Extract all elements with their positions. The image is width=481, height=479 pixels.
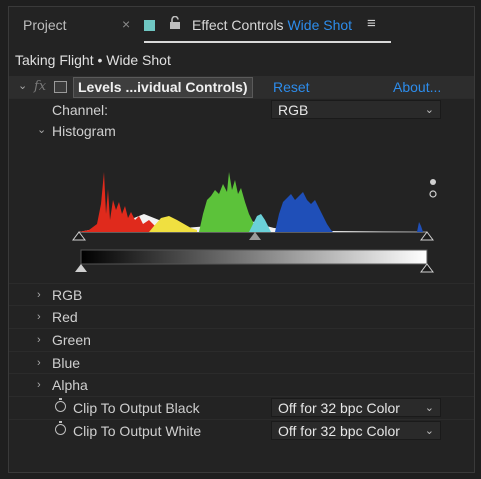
- active-tab-underline: [144, 41, 391, 43]
- blue-label: Blue: [52, 355, 81, 371]
- chevron-right-icon[interactable]: ›: [37, 357, 41, 369]
- chevron-right-icon[interactable]: ›: [37, 379, 41, 391]
- stopwatch-icon[interactable]: [55, 421, 66, 435]
- histogram-graph: [72, 172, 437, 273]
- output-white-slider: [420, 263, 434, 273]
- channel-row: Channel: RGB ⌄: [9, 98, 474, 121]
- histogram-area: [9, 144, 474, 284]
- input-white-slider: [420, 231, 434, 241]
- tab-project[interactable]: Project: [23, 17, 67, 33]
- channel-select[interactable]: RGB ⌄: [271, 100, 441, 119]
- histogram-blue-series-tail: [417, 222, 423, 232]
- chevron-down-icon: ⌄: [424, 104, 434, 116]
- chevron-right-icon[interactable]: ›: [37, 311, 41, 323]
- input-black-slider: [72, 231, 86, 241]
- histogram-row: ⌄ Histogram: [9, 120, 474, 142]
- clip-black-select-value: Off for 32 bpc Color: [278, 400, 400, 416]
- clip-white-select[interactable]: Off for 32 bpc Color ⌄: [271, 421, 441, 440]
- output-gradient-bar: [80, 249, 428, 265]
- chevron-down-icon[interactable]: ⌄: [37, 123, 46, 136]
- tab-effect-controls-layer: Wide Shot: [287, 17, 353, 33]
- red-label: Red: [52, 309, 78, 325]
- channel-label: Channel:: [52, 102, 109, 118]
- blue-row[interactable]: › Blue: [9, 351, 474, 374]
- green-label: Green: [52, 332, 91, 348]
- channel-select-value: RGB: [278, 102, 309, 118]
- composition-breadcrumb: Taking Flight • Wide Shot: [15, 52, 171, 68]
- chevron-right-icon[interactable]: ›: [37, 334, 41, 346]
- effect-header-row[interactable]: ⌄ fx Levels ...ividual Controls) Reset A…: [9, 76, 474, 98]
- reset-link[interactable]: Reset: [273, 79, 310, 95]
- histogram-yellow-series: [149, 216, 197, 232]
- effect-name[interactable]: Levels ...ividual Controls): [73, 77, 253, 98]
- clip-black-label: Clip To Output Black: [73, 400, 200, 416]
- clip-white-row: Clip To Output White Off for 32 bpc Colo…: [9, 419, 474, 442]
- clip-black-select[interactable]: Off for 32 bpc Color ⌄: [271, 398, 441, 417]
- green-row[interactable]: › Green: [9, 328, 474, 351]
- composition-color-swatch: [144, 20, 155, 31]
- clip-white-select-value: Off for 32 bpc Color: [278, 423, 400, 439]
- fx-toggle-icon[interactable]: fx: [34, 79, 46, 94]
- histogram-option-dot: [430, 179, 436, 185]
- histogram-red-series: [79, 172, 159, 232]
- close-tab-icon[interactable]: ×: [122, 16, 130, 32]
- input-gamma-slider: [249, 232, 261, 240]
- panel-tab-bar: Project × Effect Controls Wide Shot ≡: [9, 7, 474, 45]
- clip-black-row: Clip To Output Black Off for 32 bpc Colo…: [9, 396, 474, 419]
- chevron-down-icon: ⌄: [424, 402, 434, 414]
- alpha-label: Alpha: [52, 377, 88, 393]
- alpha-row[interactable]: › Alpha: [9, 373, 474, 396]
- chevron-down-icon: ⌄: [424, 425, 434, 437]
- histogram-label: Histogram: [52, 123, 116, 139]
- tab-effect-controls[interactable]: Effect Controls Wide Shot: [192, 17, 352, 33]
- stopwatch-icon[interactable]: [55, 398, 66, 412]
- rgb-label: RGB: [52, 287, 83, 303]
- clip-white-label: Clip To Output White: [73, 423, 202, 439]
- tab-effect-controls-label: Effect Controls: [192, 17, 284, 33]
- effect-controls-panel: Project × Effect Controls Wide Shot ≡ Ta…: [8, 6, 475, 473]
- red-row[interactable]: › Red: [9, 305, 474, 328]
- chevron-right-icon[interactable]: ›: [37, 289, 41, 301]
- about-link[interactable]: About...: [393, 79, 441, 95]
- histogram-blue-series: [275, 192, 333, 232]
- panel-menu-icon[interactable]: ≡: [367, 15, 376, 32]
- effect-preset-icon: [54, 81, 67, 93]
- rgb-row[interactable]: › RGB: [9, 283, 474, 306]
- output-black-slider: [75, 264, 87, 272]
- unlock-icon[interactable]: [169, 15, 181, 33]
- chevron-down-icon[interactable]: ⌄: [18, 79, 27, 92]
- histogram-option-ring: [429, 190, 437, 198]
